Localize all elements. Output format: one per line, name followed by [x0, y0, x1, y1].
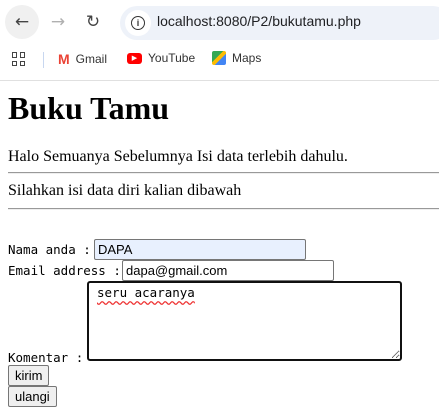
name-label: Nama anda :	[8, 242, 91, 257]
reset-button[interactable]: ulangi	[8, 386, 57, 407]
divider	[8, 172, 439, 174]
forward-button[interactable]: →	[41, 5, 75, 39]
bookmark-maps[interactable]: Maps	[212, 51, 261, 65]
youtube-icon: ▶	[127, 52, 142, 64]
site-info-icon[interactable]: i	[125, 10, 151, 36]
maps-icon	[212, 51, 226, 65]
bookmark-gmail[interactable]: M Gmail	[58, 51, 107, 67]
name-input[interactable]	[94, 239, 306, 260]
reload-button[interactable]: ↻	[76, 5, 110, 39]
submit-button[interactable]: kirim	[8, 365, 50, 386]
page-title: Buku Tamu	[8, 90, 170, 126]
instruction-text: Silahkan isi data diri kalian dibawah	[8, 182, 242, 199]
comment-label: Komentar :	[8, 350, 84, 365]
intro-text: Halo Semuanya Sebelumnya Isi data terleb…	[8, 148, 348, 165]
apps-icon[interactable]	[12, 52, 26, 66]
toolbar-divider	[0, 80, 439, 81]
comment-textarea[interactable]: seru acaranya	[87, 281, 402, 361]
gmail-icon: M	[58, 51, 70, 67]
back-button[interactable]: ←	[5, 5, 39, 39]
bookmark-separator	[43, 52, 44, 68]
url-text[interactable]: localhost:8080/P2/bukutamu.php	[157, 13, 361, 29]
email-label: Email address :	[8, 263, 121, 278]
email-input[interactable]	[122, 260, 334, 281]
bookmark-youtube[interactable]: ▶ YouTube	[127, 51, 195, 65]
divider	[8, 208, 439, 210]
